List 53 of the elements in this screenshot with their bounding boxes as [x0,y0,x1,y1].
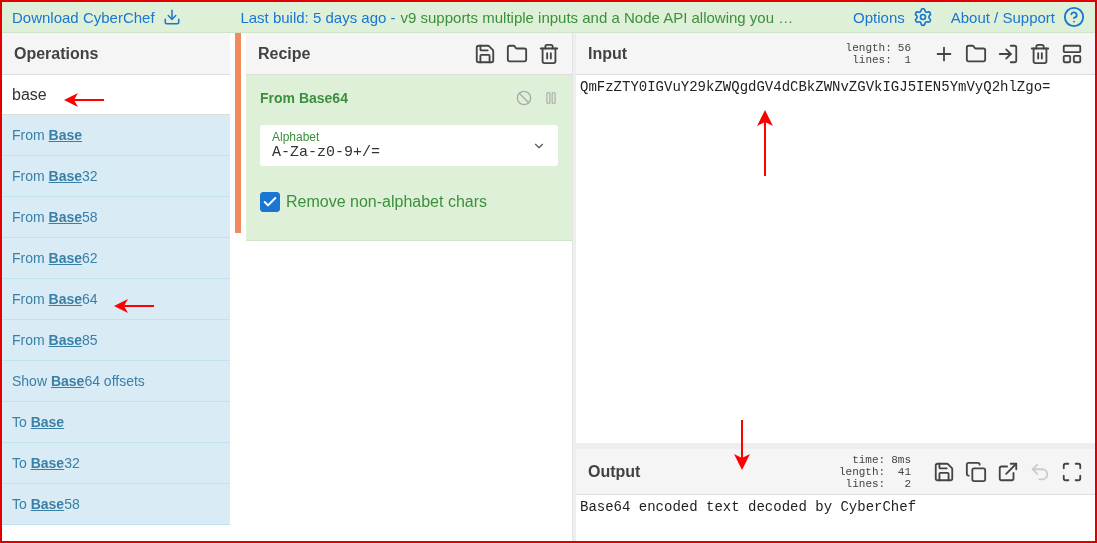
stat-value: 41 [896,465,911,478]
options-link[interactable]: Options [853,8,905,26]
operation-item[interactable]: To Base58 [2,484,230,525]
export-icon[interactable] [997,460,1019,483]
annotation-arrow [754,110,776,176]
stat-value: 56 [897,41,911,54]
stat-value: 8ms [891,453,911,466]
panel-title: Input [588,44,629,63]
notice-text: v9 supports multiple inputs and a Node API allowing you … [400,8,794,26]
operation-item[interactable]: To Base [2,402,230,443]
import-icon[interactable] [997,42,1019,65]
about-link[interactable]: About / Support [950,8,1055,26]
operation-item[interactable]: To Base32 [2,443,230,484]
folder-icon[interactable] [506,42,528,65]
operation-item[interactable]: From Base32 [2,156,230,197]
stat-value: 1 [903,53,911,66]
save-icon[interactable] [933,460,955,483]
output-text: Base64 encoded text decoded by CyberChef [579,498,918,517]
maximize-icon[interactable] [1061,460,1083,483]
download-icon[interactable] [162,8,181,26]
operation-item[interactable]: From Base [2,115,230,156]
folder-icon[interactable] [965,42,987,65]
stat-label: length: [838,465,886,478]
input-text[interactable]: QmFzZTY0IGVuY29kZWQgdGV4dCBkZWNvZGVkIGJ5IEN5YmVyQ2hlZgo= [576,75,1095,443]
annotation-arrow [64,90,104,110]
panel-title: Recipe [258,44,312,63]
build-info: Last build: 5 days ago - [240,8,396,26]
trash-icon[interactable] [1029,42,1051,65]
annotation-arrow [731,420,753,470]
stat-value: 2 [903,477,911,490]
operation-item[interactable]: From Base62 [2,238,230,279]
checkbox-label: Remove non-alphabet chars [286,193,487,211]
stat-label: lines: [851,53,892,66]
stat-label: length: [845,41,892,54]
save-icon[interactable] [474,42,496,65]
stat-label: time: [851,453,886,466]
panel-title: Operations [14,44,100,63]
operation-name: From Base64 [260,90,349,106]
layout-icon[interactable] [1061,42,1083,65]
annotation-arrow [114,296,154,316]
checkbox[interactable] [260,192,280,212]
settings-icon[interactable] [912,7,933,27]
download-link[interactable]: Download CyberChef [12,8,155,26]
panel-title: Output [588,462,642,481]
operation-item[interactable]: From Base64 [2,279,230,320]
alphabet-dropdown[interactable]: Alphabet A-Za-z0-9+/= [260,125,558,166]
operation-item[interactable]: Show Base64 offsets [2,361,230,402]
copy-icon[interactable] [965,460,987,483]
trash-icon[interactable] [538,42,560,65]
operation-item[interactable]: From Base58 [2,197,230,238]
help-icon[interactable] [1063,6,1085,28]
stat-label: lines: [844,477,886,490]
operation-item[interactable]: From Base85 [2,320,230,361]
